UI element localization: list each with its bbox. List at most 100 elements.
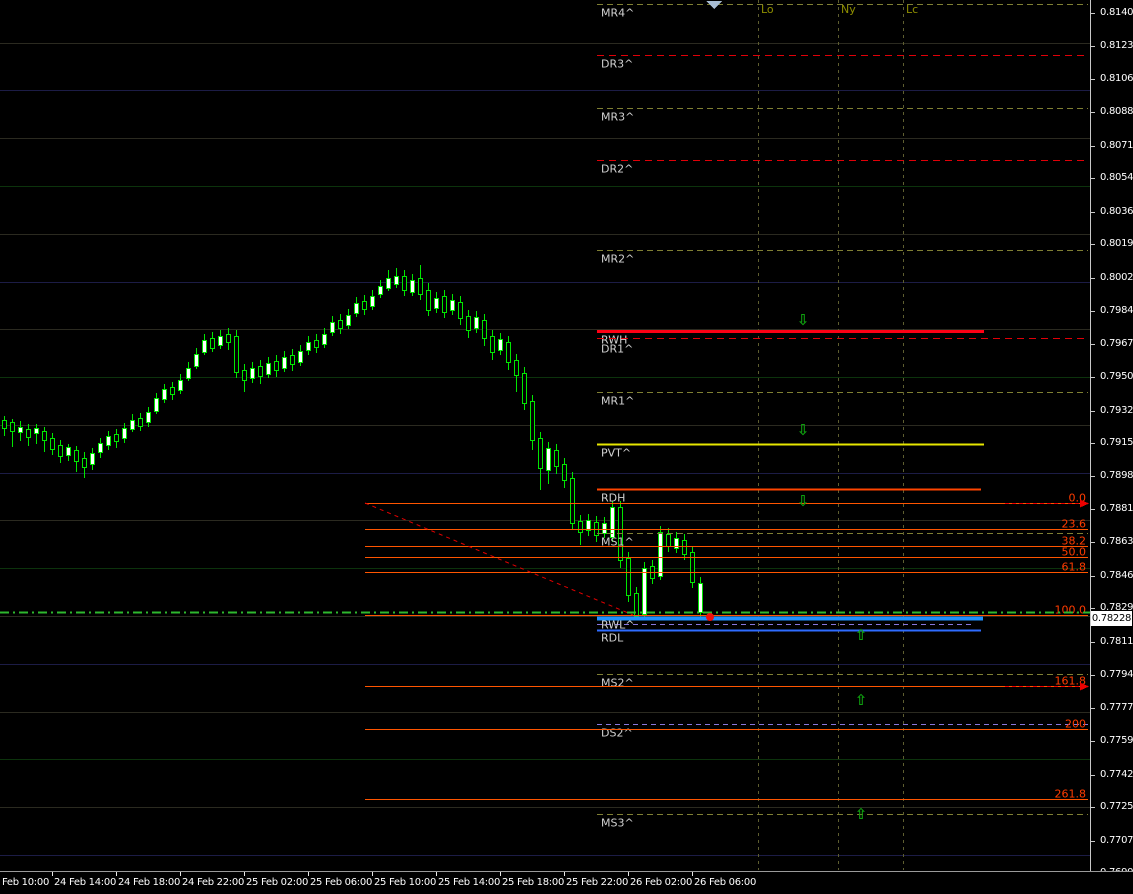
time-axis-tick xyxy=(564,872,565,876)
level-label-ds2: DS2^ xyxy=(601,727,633,740)
candle xyxy=(131,414,135,432)
price-tick-label: 0.80195 xyxy=(1100,238,1133,249)
candle xyxy=(347,309,351,329)
price-axis-tick xyxy=(1091,509,1095,510)
candle xyxy=(235,330,239,378)
candle xyxy=(387,270,391,291)
candle xyxy=(419,265,423,300)
level-label-rdl: RDL xyxy=(601,632,624,645)
price-axis-tick xyxy=(1091,675,1095,676)
price-tick-label: 0.80020 xyxy=(1100,272,1133,283)
price-tick-label: 0.80540 xyxy=(1100,172,1133,183)
time-axis-tick xyxy=(244,872,245,876)
candle xyxy=(691,546,695,588)
candle xyxy=(11,419,15,447)
time-tick-label: Feb 10:00 xyxy=(2,877,49,888)
price-tick-label: 0.79155 xyxy=(1100,437,1133,448)
candle xyxy=(59,440,63,463)
fib-label-23.6: 23.6 xyxy=(1062,518,1087,531)
price-tick-label: 0.77770 xyxy=(1100,702,1133,713)
price-axis-tick xyxy=(1091,443,1095,444)
candle xyxy=(547,442,551,484)
time-axis-tick xyxy=(180,872,181,876)
price-axis-tick xyxy=(1091,775,1095,776)
level-label-mr2: MR2^ xyxy=(601,253,634,266)
candle xyxy=(259,360,263,384)
fib-label-100.0: 100.0 xyxy=(1055,604,1087,617)
price-axis-tick xyxy=(1091,807,1095,808)
price-axis-tick xyxy=(1091,212,1095,213)
price-tick-label: 0.81060 xyxy=(1100,73,1133,84)
time-tick-label: 26 Feb 02:00 xyxy=(630,877,692,888)
candle xyxy=(51,433,55,455)
time-tick-label: 26 Feb 06:00 xyxy=(694,877,756,888)
price-axis: 0.814050.812300.810600.808850.807100.805… xyxy=(1090,0,1133,871)
price-axis-tick xyxy=(1091,841,1095,842)
candle xyxy=(339,314,343,334)
candle xyxy=(315,334,319,353)
time-axis-tick xyxy=(628,872,629,876)
candle xyxy=(403,270,407,296)
candle xyxy=(3,416,7,436)
candle xyxy=(155,393,159,414)
candle xyxy=(667,528,671,552)
candle xyxy=(555,444,559,474)
price-axis-tick xyxy=(1091,642,1095,643)
candle xyxy=(275,355,279,377)
price-axis-tick xyxy=(1091,608,1095,609)
candle xyxy=(459,296,463,325)
price-axis-tick xyxy=(1091,244,1095,245)
candle xyxy=(675,532,679,553)
candle xyxy=(427,283,431,316)
candle xyxy=(587,514,591,536)
price-axis-tick xyxy=(1091,79,1095,80)
time-axis-tick xyxy=(116,872,117,876)
candle xyxy=(411,274,415,296)
signal-arrow-down-icon: ⇩ xyxy=(797,311,810,329)
signal-arrow-up-icon: ⇧ xyxy=(855,805,868,823)
time-tick-label: 24 Feb 14:00 xyxy=(54,877,116,888)
candle xyxy=(139,413,143,431)
price-tick-label: 0.79500 xyxy=(1100,371,1133,382)
price-tick-label: 0.77075 xyxy=(1100,835,1133,846)
fib-label-61.8: 61.8 xyxy=(1062,561,1087,574)
signal-arrow-down-icon: ⇩ xyxy=(797,492,810,510)
candlestick-chart[interactable]: LoNyLcMR4^DR3^MR3^DR2^MR2^RWHDR1^MR1^PVT… xyxy=(0,0,1090,871)
candle xyxy=(283,351,287,372)
candle xyxy=(243,364,247,392)
candle xyxy=(627,552,631,602)
time-axis-tick xyxy=(436,872,437,876)
candle xyxy=(291,349,295,371)
price-tick-label: 0.77595 xyxy=(1100,735,1133,746)
price-axis-tick xyxy=(1091,46,1095,47)
level-label-dr1: DR1^ xyxy=(601,343,633,356)
candle xyxy=(443,290,447,318)
candle xyxy=(99,438,103,458)
candle xyxy=(699,577,703,620)
price-tick-label: 0.78980 xyxy=(1100,470,1133,481)
price-axis-tick xyxy=(1091,311,1095,312)
candle xyxy=(467,310,471,338)
price-tick-label: 0.78115 xyxy=(1100,636,1133,647)
level-label-rdh: RDH xyxy=(601,492,625,505)
level-label-mr4: MR4^ xyxy=(601,7,634,20)
candle xyxy=(307,336,311,355)
time-tick-label: 25 Feb 18:00 xyxy=(502,877,564,888)
candle xyxy=(563,458,567,488)
price-tick-label: 0.78635 xyxy=(1100,536,1133,547)
time-axis-tick xyxy=(308,872,309,876)
candle xyxy=(227,328,231,350)
level-label-pvt: PVT^ xyxy=(601,447,631,460)
time-axis-tick xyxy=(692,872,693,876)
candle xyxy=(371,290,375,310)
time-axis-tick xyxy=(500,872,501,876)
candle xyxy=(171,382,175,400)
time-tick-label: 25 Feb 10:00 xyxy=(374,877,436,888)
current-price-tag: 0.78228 xyxy=(1091,611,1132,626)
candle xyxy=(115,429,119,448)
last-price-dot xyxy=(706,613,714,621)
price-axis-tick xyxy=(1091,542,1095,543)
price-axis-tick xyxy=(1091,278,1095,279)
price-tick-label: 0.81230 xyxy=(1100,40,1133,51)
time-tick-label: 25 Feb 22:00 xyxy=(566,877,628,888)
